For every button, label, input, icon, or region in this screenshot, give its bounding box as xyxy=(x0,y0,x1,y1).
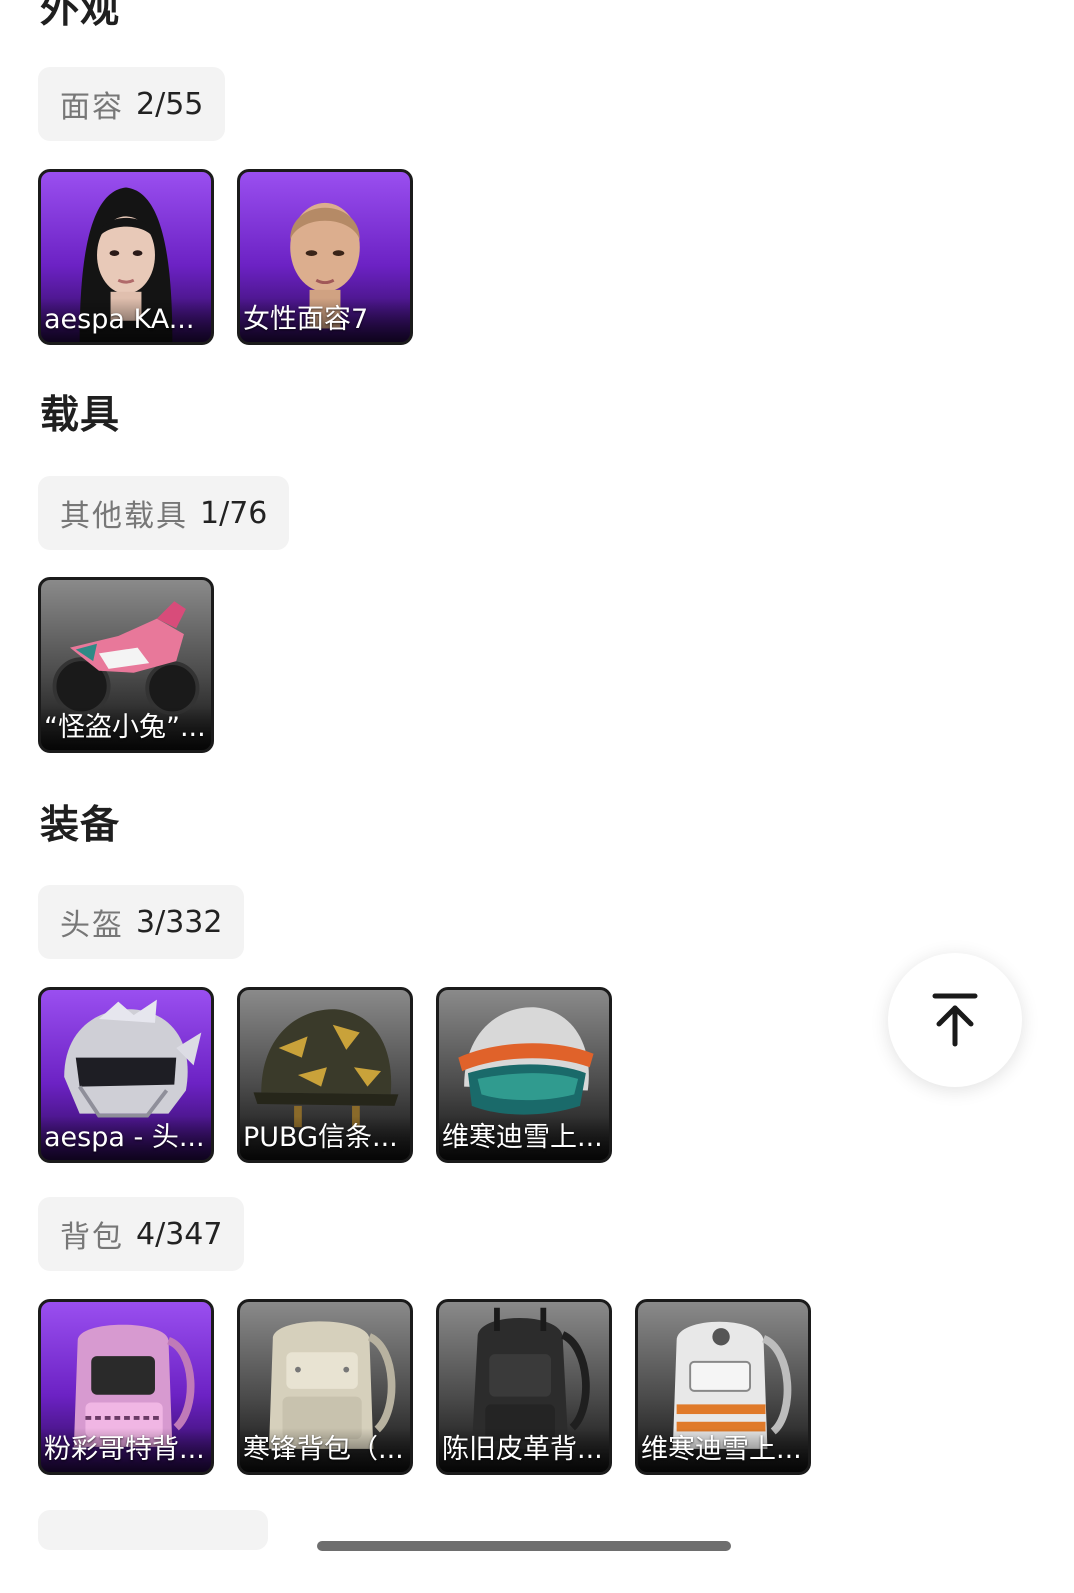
category-count: 4/347 xyxy=(136,1216,223,1252)
category-count: 1/76 xyxy=(200,495,268,531)
category-count: 2/55 xyxy=(136,86,204,122)
scroll-to-top-button[interactable] xyxy=(888,953,1022,1087)
arrow-up-to-top-icon xyxy=(932,993,978,1047)
item-card-backpack-cold-edge[interactable]: 寒锋背包（... xyxy=(237,1299,413,1475)
category-count: 3/332 xyxy=(136,904,223,940)
item-card-face-female-7[interactable]: 女性面容7 xyxy=(237,169,413,345)
home-indicator[interactable] xyxy=(317,1541,731,1551)
section-title-equipment: 装备 xyxy=(40,803,121,848)
item-card-helmet-pubg[interactable]: PUBG信条... xyxy=(237,987,413,1163)
item-label: PUBG信条... xyxy=(243,1122,398,1153)
item-label: 陈旧皮革背... xyxy=(442,1434,603,1465)
category-chip-helmet[interactable]: 头盔 3/332 xyxy=(38,885,245,959)
category-chip-next[interactable] xyxy=(38,1510,268,1550)
category-chip-face[interactable]: 面容 2/55 xyxy=(38,67,226,141)
category-label: 其他载具 xyxy=(60,499,188,534)
item-label: 维寒迪雪上... xyxy=(641,1434,802,1465)
category-label: 面容 xyxy=(60,90,124,125)
item-card-helmet-aespa[interactable]: aespa - 头... xyxy=(38,987,214,1163)
item-label: aespa - 头... xyxy=(44,1122,205,1153)
item-label: 女性面容7 xyxy=(243,304,369,335)
section-title-vehicles: 载具 xyxy=(40,393,121,438)
item-card-backpack-snow[interactable]: 维寒迪雪上... xyxy=(635,1299,811,1475)
item-card-backpack-pastel-gothic[interactable]: 粉彩哥特背... xyxy=(38,1299,214,1475)
item-label: “怪盗小兔”... xyxy=(44,712,206,743)
category-chip-other-vehicles[interactable]: 其他载具 1/76 xyxy=(38,476,290,550)
item-label: 粉彩哥特背... xyxy=(44,1434,205,1465)
item-card-helmet-snow[interactable]: 维寒迪雪上... xyxy=(436,987,612,1163)
category-label: 头盔 xyxy=(60,908,124,943)
item-card-face-aespa[interactable]: aespa KA... xyxy=(38,169,214,345)
item-card-vehicle-motorbike[interactable]: “怪盗小兔”... xyxy=(38,577,214,753)
item-label: 寒锋背包（... xyxy=(243,1434,404,1465)
item-card-backpack-old-leather[interactable]: 陈旧皮革背... xyxy=(436,1299,612,1475)
item-label: aespa KA... xyxy=(44,304,195,335)
item-label: 维寒迪雪上... xyxy=(442,1122,603,1153)
category-label: 背包 xyxy=(60,1220,124,1255)
section-title-appearance: 外观 xyxy=(40,0,121,32)
category-chip-backpack[interactable]: 背包 4/347 xyxy=(38,1197,245,1271)
